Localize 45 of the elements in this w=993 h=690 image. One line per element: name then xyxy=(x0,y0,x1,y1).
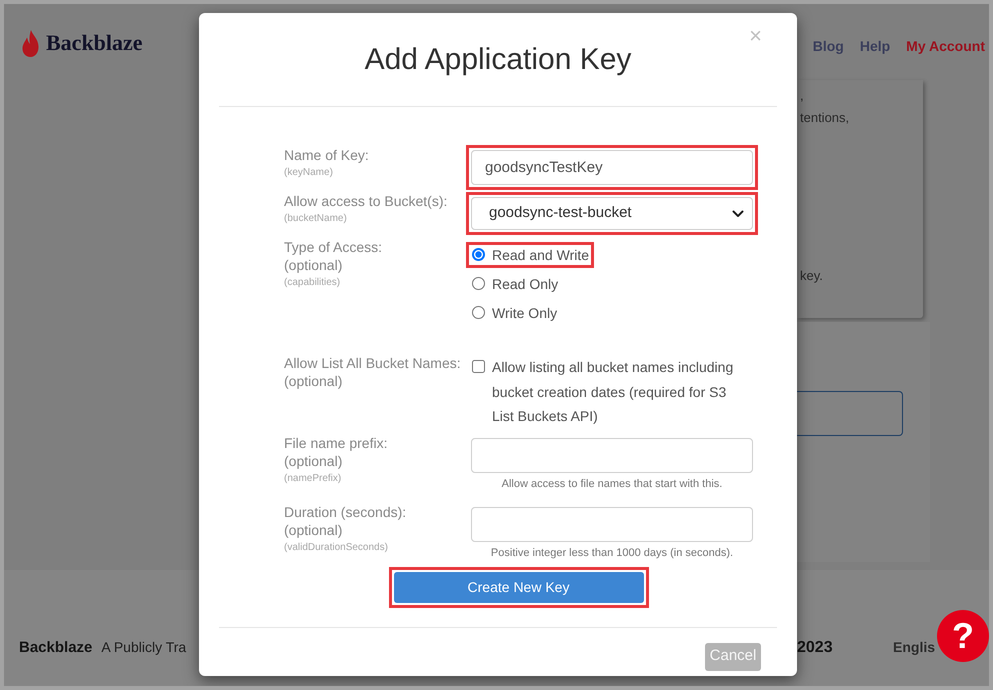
parameter-name: (namePrefix) xyxy=(284,472,342,486)
field-label: Duration (seconds): xyxy=(284,502,406,520)
radio-label[interactable]: Read Only xyxy=(492,276,558,292)
create-key-button[interactable]: Create New Key xyxy=(394,572,644,602)
card-text: tentions, xyxy=(800,109,850,127)
optional-note: (optional) xyxy=(284,372,342,390)
radio-button[interactable] xyxy=(472,277,485,290)
help-text: Allow access to file names that start with this. xyxy=(502,476,722,490)
parameter-name: (capabilities) xyxy=(284,276,340,290)
language-selector[interactable]: Englis xyxy=(893,639,936,655)
card-text: , xyxy=(800,87,804,105)
checkbox-label: Allow listing all bucket names including bucket creation dates (required for S3 List Buckets API) xyxy=(492,358,734,426)
bucket-dropdown[interactable]: goodsync-test-bucket xyxy=(471,197,753,230)
field-label: Allow List All Bucket Names: xyxy=(284,354,461,372)
field-label: File name prefix: xyxy=(284,434,388,452)
field-label: Name of Key: xyxy=(284,146,369,164)
checkbox[interactable] xyxy=(472,360,485,373)
radio-label[interactable]: Read and Write xyxy=(492,246,590,262)
parameter-name: (keyName) xyxy=(284,166,333,180)
footer-tagline: A Publicly Tra xyxy=(101,638,186,657)
optional-note: (optional) xyxy=(284,452,342,470)
cancel-button[interactable]: Cancel xyxy=(705,642,761,670)
nav-link[interactable]: Help xyxy=(860,36,890,54)
text-field[interactable]: goodsyncTestKey xyxy=(471,150,753,185)
flame-icon xyxy=(22,30,39,56)
footer-brand: Backblaze xyxy=(19,638,92,658)
optional-note: (optional) xyxy=(284,256,342,274)
copyright-year: 2023 xyxy=(797,639,833,656)
chevron-down-icon xyxy=(732,210,744,218)
help-text: Positive integer less than 1000 days (in seconds). xyxy=(490,546,734,560)
dialog-title: Add Application Key xyxy=(364,42,632,78)
logo-text: Backblaze xyxy=(46,30,143,56)
card-text: key. xyxy=(800,267,823,285)
nav-link[interactable]: Blog xyxy=(812,36,844,54)
text-field[interactable] xyxy=(471,438,753,472)
radio-button[interactable] xyxy=(472,248,485,261)
radio-button[interactable] xyxy=(472,306,485,319)
parameter-name: (validDurationSeconds) xyxy=(284,540,388,554)
nav-link[interactable]: My Account xyxy=(906,36,985,54)
text-field[interactable] xyxy=(471,506,753,542)
parameter-name: (bucketName) xyxy=(284,212,347,226)
optional-note: (optional) xyxy=(284,520,342,538)
field-label: Allow access to Bucket(s): xyxy=(284,192,448,210)
field-label: Type of Access: xyxy=(284,238,382,256)
radio-label[interactable]: Write Only xyxy=(492,304,558,320)
